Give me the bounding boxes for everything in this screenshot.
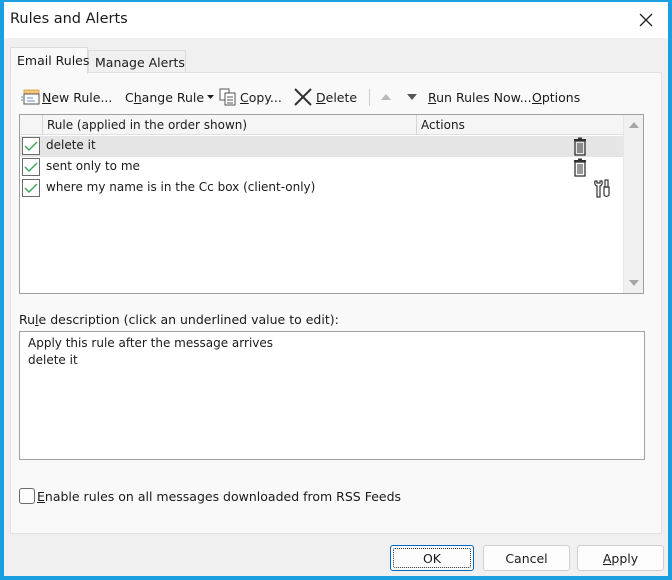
scroll-up-arrow-icon xyxy=(629,122,639,128)
new-rule-button[interactable]: New Rule... xyxy=(21,86,112,108)
close-icon xyxy=(639,13,653,27)
rule-name: sent only to me xyxy=(46,159,140,173)
rule-row[interactable]: delete it xyxy=(20,136,623,157)
arrow-up-icon xyxy=(381,94,391,100)
dialog-title: Rules and Alerts xyxy=(10,11,128,27)
rules-and-alerts-dialog: Rules and Alerts Email Rules Manage Aler… xyxy=(4,2,668,576)
tab-email-rules[interactable]: Email Rules xyxy=(10,47,89,74)
focus-rectangle xyxy=(393,548,471,568)
delete-label: Delete xyxy=(316,89,358,105)
checkmark-icon xyxy=(24,183,38,193)
scroll-up-button[interactable] xyxy=(624,116,644,134)
column-header-rule[interactable]: Rule (applied in the order shown) xyxy=(42,115,416,135)
change-rule-dropdown[interactable]: Change Rule xyxy=(125,86,215,108)
scroll-down-arrow-icon xyxy=(629,280,639,286)
copy-icon xyxy=(219,88,236,106)
copy-button[interactable]: Copy... xyxy=(218,86,282,108)
rules-list[interactable]: Rule (applied in the order shown) Action… xyxy=(19,114,644,294)
rule-name: delete it xyxy=(46,138,96,152)
toolbar-separator xyxy=(369,89,370,106)
close-button[interactable] xyxy=(624,2,668,38)
wrench-screwdriver-icon xyxy=(594,178,610,198)
trash-icon xyxy=(574,137,586,156)
rule-action-edit[interactable] xyxy=(592,178,612,199)
rule-enabled-checkbox[interactable] xyxy=(22,179,40,197)
cancel-button[interactable]: Cancel xyxy=(483,545,570,571)
rules-list-scrollbar[interactable] xyxy=(623,115,643,293)
apply-label: Apply xyxy=(602,550,639,566)
description-line: Apply this rule after the message arrive… xyxy=(28,336,274,350)
rss-rules-option[interactable]: Enable rules on all messages downloaded … xyxy=(19,488,401,504)
rule-row[interactable]: where my name is in the Cc box (client-o… xyxy=(20,178,623,199)
move-down-button[interactable] xyxy=(403,86,421,108)
rss-rules-label: Enable rules on all messages downloaded … xyxy=(37,488,402,504)
scroll-down-button[interactable] xyxy=(624,274,644,292)
change-rule-label: Change Rule xyxy=(125,89,205,105)
rule-enabled-checkbox[interactable] xyxy=(22,158,40,176)
arrow-down-icon xyxy=(407,94,417,100)
run-rules-now-label: Run Rules Now... xyxy=(428,89,532,105)
delete-button[interactable]: Delete xyxy=(293,86,357,108)
column-header-actions[interactable]: Actions xyxy=(416,115,623,135)
title-bar: Rules and Alerts xyxy=(4,2,668,38)
checkmark-icon xyxy=(24,162,38,172)
trash-icon xyxy=(574,158,586,177)
rule-action-delete[interactable] xyxy=(570,157,590,178)
tab-manage-alerts[interactable]: Manage Alerts xyxy=(88,50,186,73)
options-label: Options xyxy=(532,89,581,105)
description-line: delete it xyxy=(28,353,78,367)
delete-x-icon xyxy=(294,88,312,106)
apply-button[interactable]: Apply xyxy=(577,545,664,571)
rules-toolbar: New Rule... Change Rule Copy... Delete R… xyxy=(19,86,649,108)
move-up-button[interactable] xyxy=(377,86,395,108)
rule-description-label: Rule description (click an underlined va… xyxy=(19,312,339,327)
rss-rules-checkbox[interactable] xyxy=(19,488,35,504)
rule-row[interactable]: sent only to me xyxy=(20,157,623,178)
run-rules-now-button[interactable]: Run Rules Now... xyxy=(428,86,532,108)
rule-enabled-checkbox[interactable] xyxy=(22,137,40,155)
options-button[interactable]: Options xyxy=(532,86,580,108)
list-header: Rule (applied in the order shown) Action… xyxy=(20,115,623,135)
new-rule-label: New Rule... xyxy=(42,89,113,105)
new-rule-icon xyxy=(21,89,40,105)
rule-name: where my name is in the Cc box (client-o… xyxy=(46,180,316,194)
cancel-label: Cancel xyxy=(505,550,548,566)
checkmark-icon xyxy=(24,141,38,151)
rule-action-delete[interactable] xyxy=(570,136,590,157)
ok-button[interactable]: OK xyxy=(390,545,474,571)
email-rules-panel: New Rule... Change Rule Copy... Delete R… xyxy=(10,72,662,534)
rule-description-box[interactable]: Apply this rule after the message arrive… xyxy=(19,331,645,460)
chevron-down-icon xyxy=(207,95,215,99)
copy-label: Copy... xyxy=(240,89,282,105)
